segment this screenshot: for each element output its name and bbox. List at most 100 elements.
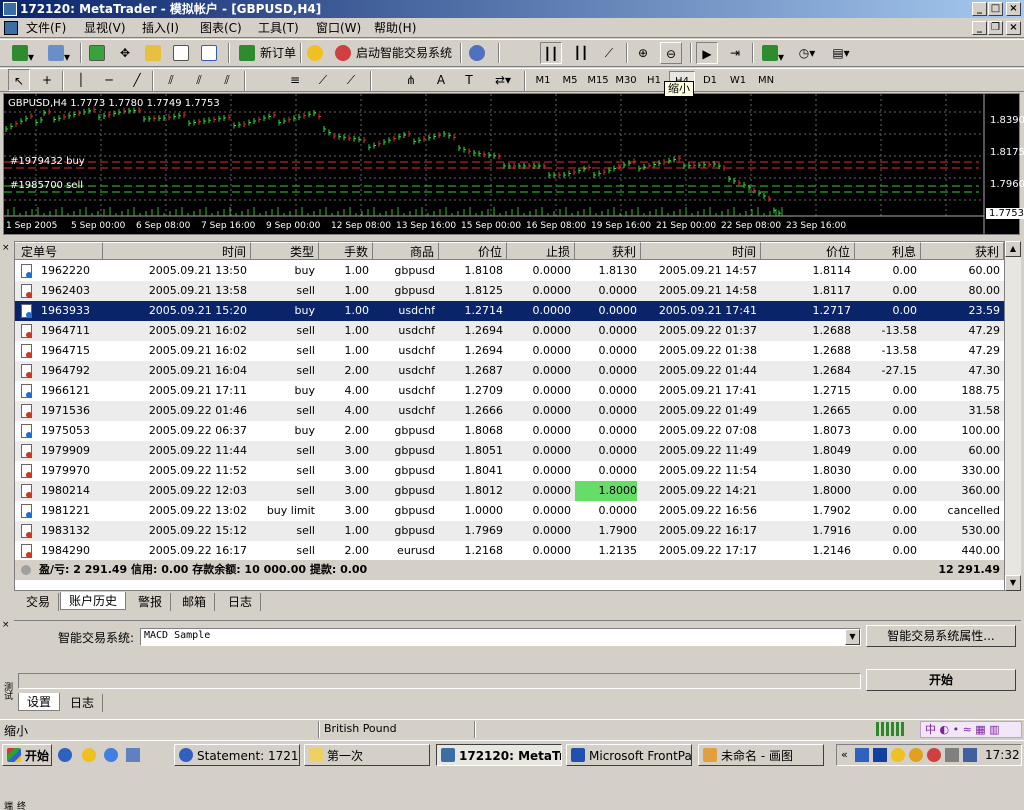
options-icon[interactable]: [466, 42, 488, 64]
close-tester-icon[interactable]: ×: [2, 620, 10, 630]
table-row[interactable]: 1966121 2005.09.21 17:11 buy 4.00 usdchf 1.27…: [15, 381, 1004, 401]
maximize-button[interactable]: □: [988, 2, 1003, 16]
tab-account-history[interactable]: 账户历史: [60, 592, 127, 610]
bar-chart-icon[interactable]: ┃┃: [540, 42, 562, 64]
channel-icon[interactable]: ⫽: [160, 69, 182, 91]
table-row[interactable]: 1962403 2005.09.21 13:58 sell 1.00 gbpusd 1.8…: [15, 281, 1004, 301]
doc-minimize-button[interactable]: _: [972, 21, 987, 35]
column-header[interactable]: 手数: [319, 242, 373, 260]
text-icon[interactable]: A: [430, 69, 452, 91]
tf-m1[interactable]: M1: [530, 71, 556, 91]
column-header[interactable]: 利息: [855, 242, 921, 260]
scroll-down-button[interactable]: ▼: [1005, 575, 1021, 591]
line-chart-icon[interactable]: ⟋: [598, 42, 620, 64]
menu-file[interactable]: 文件(F): [26, 20, 66, 36]
tray-icon[interactable]: [891, 748, 905, 762]
task-statement[interactable]: Statement: 17212...: [174, 744, 300, 766]
column-header[interactable]: 价位: [439, 242, 507, 260]
menu-view[interactable]: 显视(V): [84, 20, 126, 36]
table-row[interactable]: 1979970 2005.09.22 11:52 sell 3.00 gbpusd 1.8…: [15, 461, 1004, 481]
tester-icon[interactable]: [198, 42, 220, 64]
expert-properties-button[interactable]: 智能交易系统属性...: [866, 625, 1016, 647]
table-row[interactable]: 1962220 2005.09.21 13:50 buy 1.00 gbpusd 1.81…: [15, 261, 1004, 281]
table-row[interactable]: 1981221 2005.09.22 13:02 buy limit 3.00 gbpu…: [15, 501, 1004, 521]
auto-scroll-icon[interactable]: ▶: [696, 42, 718, 64]
fibo-icon[interactable]: ≡: [284, 69, 306, 91]
table-row[interactable]: 1983132 2005.09.22 15:12 sell 1.00 gbpusd 1.7…: [15, 521, 1004, 541]
candlestick-icon[interactable]: ┃┃: [570, 42, 592, 64]
zoom-out-icon[interactable]: ⊖: [660, 42, 682, 64]
menu-help[interactable]: 帮助(H): [374, 20, 416, 36]
price-chart[interactable]: GBPUSD,H4 1.7773 1.7780 1.7749 1.7753 #1…: [3, 93, 1024, 235]
quicklaunch-icon[interactable]: [58, 748, 72, 762]
tray-icon[interactable]: [873, 748, 887, 762]
minimize-button[interactable]: _: [972, 2, 987, 16]
doc-restore-button[interactable]: ❐: [988, 21, 1003, 35]
chart-shift-icon[interactable]: ⇥: [724, 42, 746, 64]
scroll-up-button[interactable]: ▲: [1005, 241, 1021, 257]
doc-close-button[interactable]: ×: [1006, 21, 1021, 35]
expert-advisors-icon[interactable]: [332, 42, 354, 64]
column-header[interactable]: 价位: [761, 242, 855, 260]
tf-w1[interactable]: W1: [725, 71, 751, 91]
table-row[interactable]: 1984290 2005.09.22 16:17 sell 2.00 eurusd 1.2…: [15, 541, 1004, 561]
new-chart-icon[interactable]: ▾: [8, 42, 38, 64]
profiles-icon[interactable]: ▾: [44, 42, 74, 64]
tab-alerts[interactable]: 警报: [130, 593, 172, 611]
tray-icon[interactable]: [909, 748, 923, 762]
tab-settings[interactable]: 设置: [18, 693, 61, 711]
horizontal-line-icon[interactable]: ─: [98, 69, 120, 91]
tf-m5[interactable]: M5: [557, 71, 583, 91]
cursor-icon[interactable]: ↖: [8, 69, 30, 91]
start-button-taskbar[interactable]: 开始: [2, 744, 52, 766]
terminal-scrollbar[interactable]: ▲ ▼: [1005, 241, 1021, 591]
periods-icon[interactable]: ◷▾: [792, 42, 822, 64]
menu-charts[interactable]: 图表(C): [200, 20, 242, 36]
column-header[interactable]: 商品: [373, 242, 439, 260]
table-row[interactable]: 1964715 2005.09.21 16:02 sell 1.00 usdchf 1.2…: [15, 341, 1004, 361]
table-row[interactable]: 1964792 2005.09.21 16:04 sell 2.00 usdchf 1.2…: [15, 361, 1004, 381]
table-row[interactable]: 1980214 2005.09.22 12:03 sell 3.00 gbpusd 1.8…: [15, 481, 1004, 501]
column-header[interactable]: 获利: [921, 242, 1004, 260]
tab-tester-journal[interactable]: 日志: [62, 694, 104, 712]
tray-icon[interactable]: [945, 748, 959, 762]
close-button[interactable]: ×: [1006, 2, 1021, 16]
table-row[interactable]: 1971536 2005.09.22 01:46 sell 4.00 usdchf 1.2…: [15, 401, 1004, 421]
column-header[interactable]: 时间: [103, 242, 251, 260]
table-row[interactable]: 1964711 2005.09.21 16:02 sell 1.00 usdchf 1.2…: [15, 321, 1004, 341]
column-header[interactable]: 止损: [507, 242, 575, 260]
menu-tools[interactable]: 工具(T): [258, 20, 299, 36]
tray-arrow-icon[interactable]: «: [841, 748, 848, 761]
tray-icon[interactable]: [855, 748, 869, 762]
table-row[interactable]: 1963933 2005.09.21 15:20 buy 1.00 usdchf 1.27…: [15, 301, 1004, 321]
task-folder[interactable]: 第一次: [304, 744, 430, 766]
navigator-icon[interactable]: [142, 42, 164, 64]
text-label-icon[interactable]: T: [458, 69, 480, 91]
crosshair-icon[interactable]: +: [36, 69, 58, 91]
column-header[interactable]: 定单号: [15, 242, 103, 260]
ime-toolbar[interactable]: 中 ◐ • ≈ ▦ ▥: [920, 721, 1022, 738]
expert-select[interactable]: MACD Sample ▼: [140, 628, 861, 646]
close-terminal-icon[interactable]: ×: [2, 243, 10, 253]
expert-advisors-button[interactable]: 启动智能交易系统: [356, 42, 452, 64]
tab-mailbox[interactable]: 邮箱: [174, 593, 216, 611]
tf-d1[interactable]: D1: [697, 71, 723, 91]
task-metatrader[interactable]: 172120: MetaTrad...: [436, 744, 562, 766]
tab-trade[interactable]: 交易: [18, 593, 60, 611]
market-watch-icon[interactable]: [86, 42, 108, 64]
fibo-arc-icon[interactable]: ⟋: [340, 69, 362, 91]
tf-m30[interactable]: M30: [613, 71, 639, 91]
quicklaunch-icon[interactable]: [82, 748, 96, 762]
column-header[interactable]: 时间: [641, 242, 761, 260]
equidistant-icon[interactable]: ⫽: [188, 69, 210, 91]
task-frontpage[interactable]: Microsoft FrontPa...: [566, 744, 692, 766]
warning-icon[interactable]: [304, 42, 326, 64]
table-row[interactable]: 1975053 2005.09.22 06:37 buy 2.00 gbpusd 1.80…: [15, 421, 1004, 441]
zoom-in-icon[interactable]: ⊕: [632, 42, 654, 64]
menu-insert[interactable]: 插入(I): [142, 20, 179, 36]
indicators-icon[interactable]: ▾: [758, 42, 788, 64]
column-header[interactable]: 获利: [575, 242, 641, 260]
trendline-icon[interactable]: ╱: [126, 69, 148, 91]
new-order-button[interactable]: 新订单: [260, 42, 296, 64]
tf-m15[interactable]: M15: [585, 71, 611, 91]
